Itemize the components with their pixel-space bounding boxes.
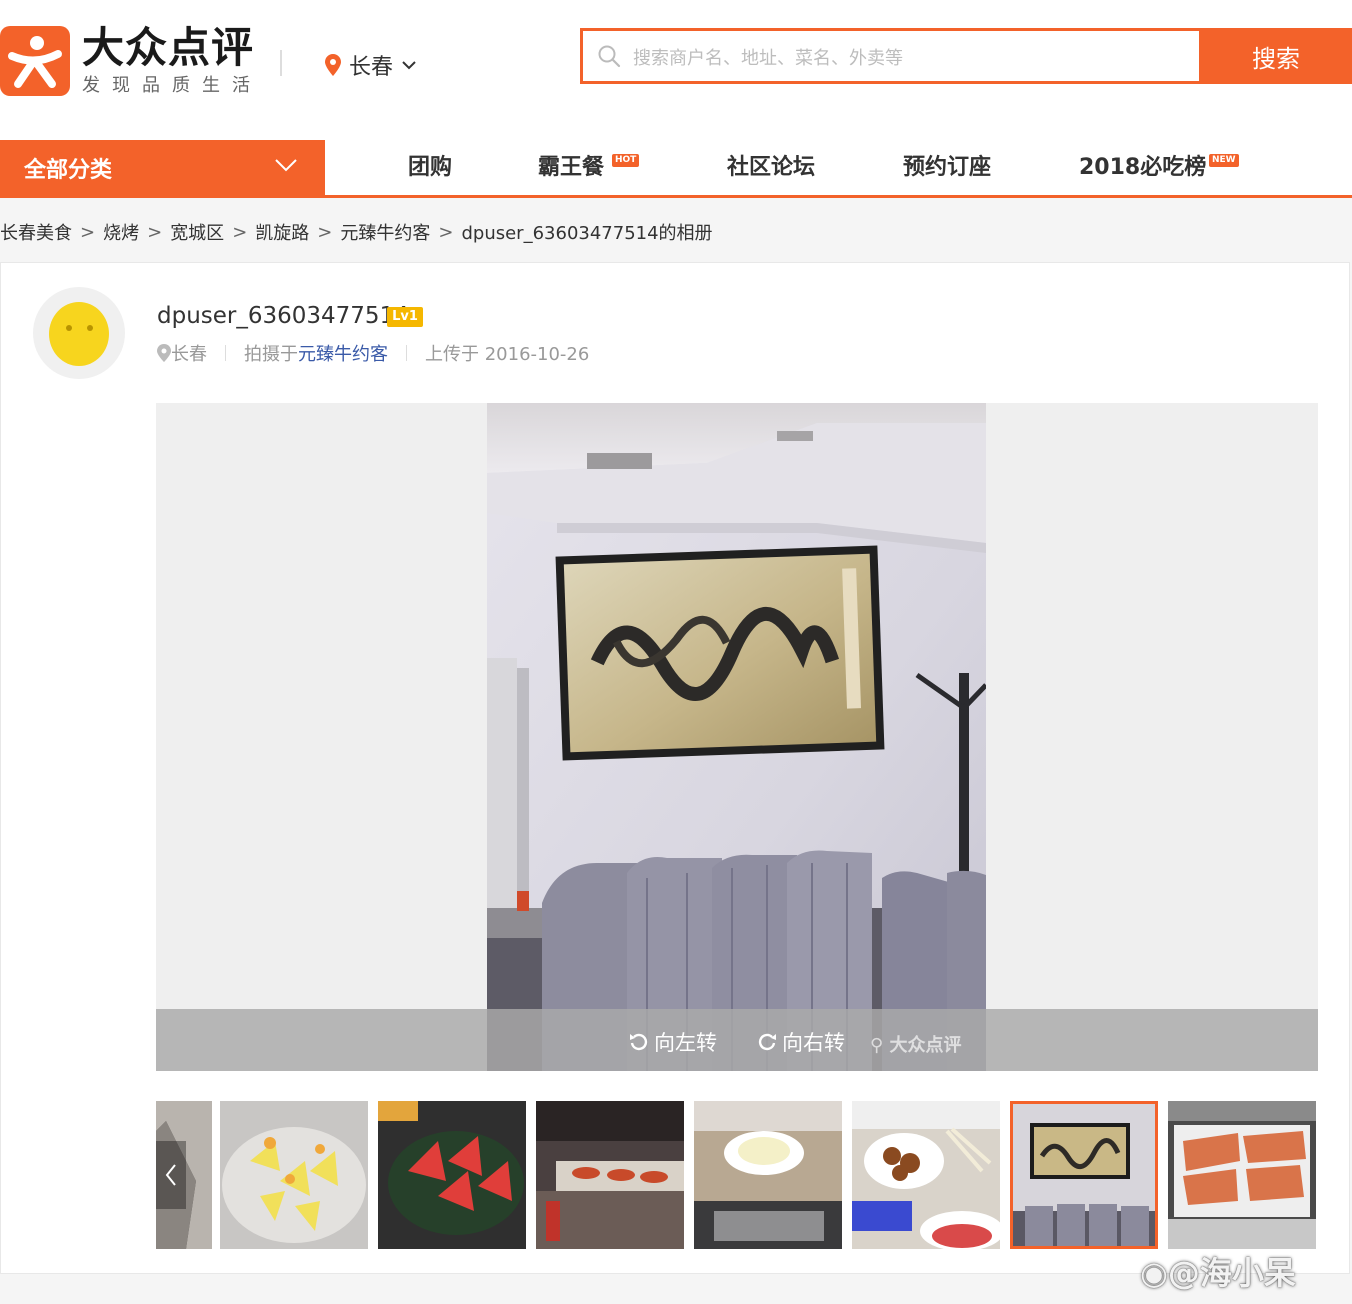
thumbnail-grill-meat[interactable]	[1168, 1101, 1316, 1249]
breadcrumb-link[interactable]: 宽城区	[170, 219, 224, 245]
meta-city: 长春	[171, 344, 207, 365]
chevron-left-icon	[156, 1141, 186, 1209]
new-badge: NEW	[1209, 154, 1239, 167]
location-pin-icon	[157, 344, 171, 362]
nav-item-label: 2018必吃榜	[1079, 155, 1207, 180]
all-categories-button[interactable]: 全部分类	[0, 140, 325, 195]
search-button[interactable]: 搜索	[1200, 28, 1352, 84]
viewer-toolbar: 向左转 向右转 ⚲ 大众点评	[156, 1009, 1318, 1071]
city-selector[interactable]: 长春	[325, 48, 417, 82]
nav-item-reservation[interactable]: 预约订座	[903, 140, 991, 195]
header-divider	[280, 50, 282, 76]
breadcrumb-separator: >	[80, 221, 96, 243]
dianping-logo-icon[interactable]	[0, 26, 70, 96]
breadcrumb-separator: >	[438, 221, 454, 243]
nav-item-forum[interactable]: 社区论坛	[727, 140, 815, 195]
album-panel: dpuser_63603477514 Lv1 长春 拍摄于 元臻牛约客 上传于 …	[0, 262, 1350, 1274]
breadcrumb-link[interactable]: 烧烤	[103, 219, 139, 245]
location-pin-icon	[325, 54, 341, 76]
breadcrumb: 长春美食 > 烧烤 > 宽城区 > 凯旋路 > 元臻牛约客 > dpuser_6…	[0, 218, 713, 246]
breadcrumb-separator: >	[232, 221, 248, 243]
prev-thumbnail-button[interactable]	[156, 1101, 212, 1249]
breadcrumb-separator: >	[147, 221, 163, 243]
watermark-logo-icon: ⚲	[870, 1035, 890, 1056]
breadcrumb-link[interactable]: 凯旋路	[255, 219, 309, 245]
site-header: 大众点评 发现品质生活 长春 搜索	[0, 0, 1352, 140]
rotate-left-label: 向左转	[654, 1031, 717, 1055]
search-icon	[598, 45, 621, 68]
nav-item-bawangcan[interactable]: 霸王餐 HOT	[538, 140, 640, 195]
search-box	[580, 28, 1202, 84]
weibo-handle: @海小呆	[1167, 1254, 1296, 1292]
username[interactable]: dpuser_63603477514	[157, 303, 409, 329]
rotate-left-button[interactable]: 向左转	[628, 1027, 717, 1057]
thumbnail-ice-cream-bowl[interactable]	[694, 1101, 842, 1249]
chevron-down-icon	[275, 159, 297, 172]
meta-upload-date: 上传于 2016-10-26	[425, 344, 590, 365]
weibo-watermark: ◉@海小呆	[1140, 1248, 1296, 1294]
meta-divider	[406, 345, 407, 361]
photo-meta: 长春 拍摄于 元臻牛约客 上传于 2016-10-26	[157, 340, 589, 366]
photo-viewer: 向左转 向右转 ⚲ 大众点评	[156, 403, 1318, 1071]
thumbnail-strip	[156, 1101, 1318, 1251]
meta-shot-label: 拍摄于	[244, 344, 298, 365]
watermark-text: 大众点评	[889, 1035, 962, 1056]
logo-subtitle: 发现品质生活	[82, 75, 262, 96]
nav-item-label: 社区论坛	[727, 155, 816, 180]
breadcrumb-link[interactable]: 元臻牛约客	[340, 219, 430, 245]
city-name: 长春	[349, 55, 394, 80]
meta-divider	[225, 345, 226, 361]
search-bar: 搜索	[580, 28, 1352, 84]
avatar[interactable]	[33, 287, 125, 379]
meta-shop-link[interactable]: 元臻牛约客	[298, 340, 388, 366]
rotate-left-icon	[630, 1033, 648, 1051]
thumbnail-buffet-counter[interactable]	[536, 1101, 684, 1249]
chevron-down-icon	[402, 61, 416, 70]
main-photo[interactable]	[487, 403, 986, 1071]
thumbnail-watermelon-plate[interactable]	[378, 1101, 526, 1249]
main-nav: 全部分类 团购 霸王餐 HOT 社区论坛 预约订座 2018必吃榜 NEW	[0, 140, 1352, 198]
search-input[interactable]	[631, 41, 1195, 75]
nav-item-label: 团购	[408, 155, 453, 180]
rotate-right-icon	[758, 1033, 776, 1051]
nav-item-must-eat-2018[interactable]: 2018必吃榜 NEW	[1079, 140, 1239, 195]
hot-badge: HOT	[612, 154, 640, 167]
breadcrumb-current: dpuser_63603477514的相册	[461, 223, 713, 244]
weibo-logo-icon: ◉	[1140, 1254, 1168, 1292]
level-badge: Lv1	[387, 307, 423, 327]
nav-item-label: 预约订座	[903, 155, 992, 180]
breadcrumb-separator: >	[317, 221, 333, 243]
nav-item-label: 霸王餐	[538, 155, 605, 180]
rotate-right-label: 向右转	[782, 1031, 845, 1055]
thumbnail-calligraphy-wall[interactable]	[1010, 1101, 1158, 1249]
thumbnail-lemon-slices[interactable]	[220, 1101, 368, 1249]
all-categories-label: 全部分类	[24, 157, 113, 183]
logo-title[interactable]: 大众点评	[82, 24, 254, 72]
photo-watermark: ⚲ 大众点评	[870, 1031, 961, 1057]
nav-item-tuangou[interactable]: 团购	[408, 140, 452, 195]
thumbnail-bbq-plates[interactable]	[852, 1101, 1000, 1249]
breadcrumb-link[interactable]: 长春美食	[0, 219, 72, 245]
rotate-right-button[interactable]: 向右转	[756, 1027, 845, 1057]
